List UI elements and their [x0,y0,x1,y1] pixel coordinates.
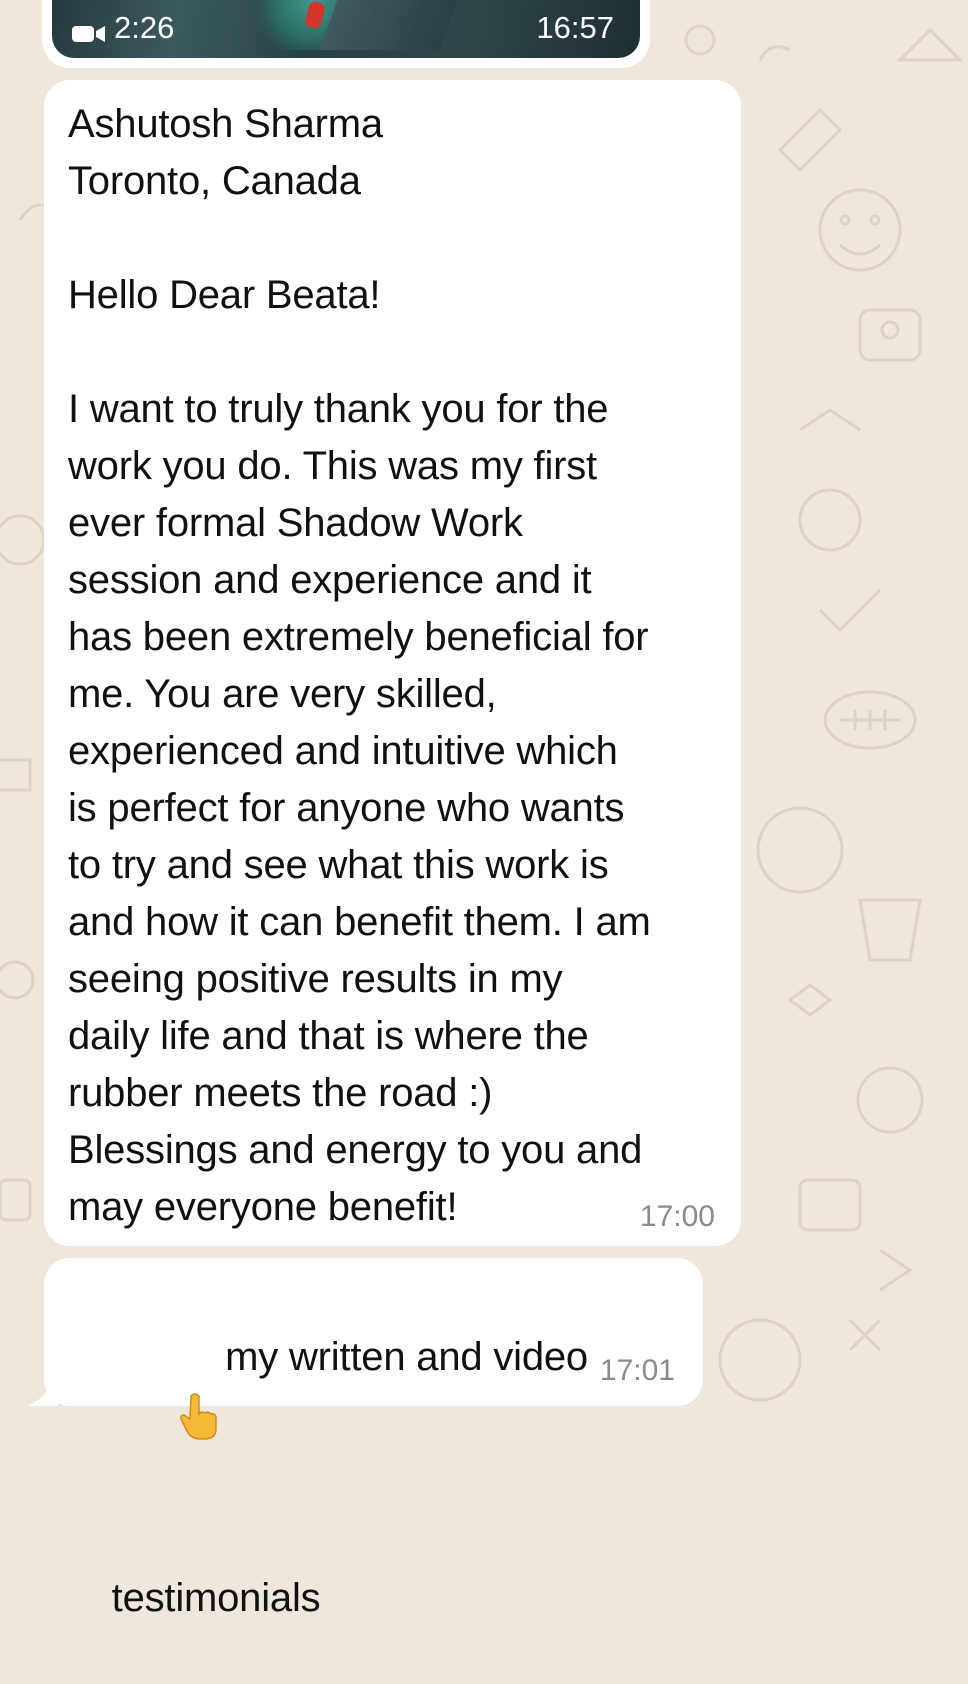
message-text: Ashutosh Sharma Toronto, Canada Hello De… [68,102,651,1229]
video-duration: 2:26 [114,10,175,45]
video-timestamp: 16:57 [536,10,614,45]
message-bubble-testimonial[interactable]: Ashutosh Sharma Toronto, Canada Hello De… [44,80,741,1246]
thumbnail-shape [319,0,465,50]
message-bubble-link-note[interactable]: my written and video testimonials 17:01 [44,1258,703,1620]
pointing-up-hand-icon [112,1335,221,1513]
video-message-bubble[interactable]: 2:26 16:57 [42,0,650,68]
message-text: my written and video testimonials [68,1272,679,1684]
bubble-tail [28,1376,58,1406]
message-timestamp: 17:01 [599,1354,675,1387]
message-timestamp: 17:00 [639,1200,715,1233]
video-camera-icon [72,17,106,42]
message-line-1: my written and video [225,1335,588,1379]
message-line-2: testimonials [111,1576,321,1620]
video-duration-row: 2:26 [72,10,174,46]
